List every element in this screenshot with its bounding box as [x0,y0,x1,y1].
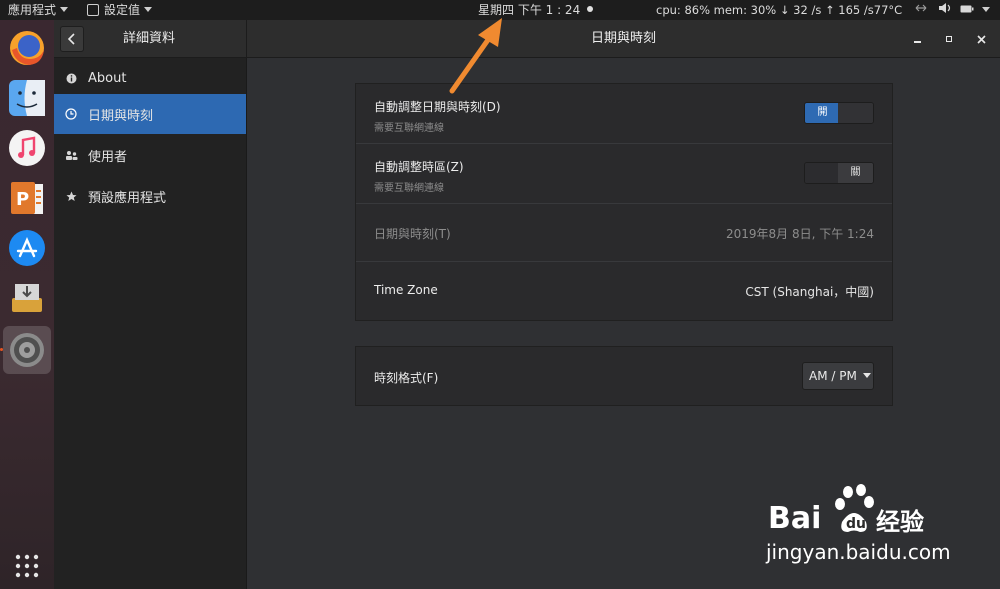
watermark-name: 经验 [876,508,924,536]
minimize-button[interactable] [906,28,928,50]
sidebar-item-users[interactable]: 使用者 [54,135,246,175]
chevron-left-icon [67,33,75,45]
applications-menu-label: 應用程式 [8,3,57,17]
auto-datetime-row: 自動調整日期與時刻(D) 需要互聯網連線 開 [356,84,892,144]
time-format-value: AM / PM [809,369,857,383]
settings-gear-icon [87,4,99,16]
datetime-title: 日期與時刻(T) [374,227,451,241]
settings-menu-label: 設定值 [104,3,141,17]
switch-knob [838,103,873,123]
auto-timezone-row: 自動調整時區(Z) 需要互聯網連線 關 [356,144,892,204]
time-format-row: 時刻格式(F) AM / PM [356,347,892,405]
switch-state-label: 關 [838,163,873,183]
auto-timezone-switch[interactable]: 關 [804,162,874,184]
chevron-down-icon [60,7,69,12]
clock-icon [54,108,88,120]
sidebar-item-label: About [88,70,127,86]
system-monitor[interactable]: cpu: 86% mem: 30% ↓ 32 /s ↑ 165 /s77°C [656,0,902,20]
auto-timezone-subtitle: 需要互聯網連線 [374,183,444,194]
time-format-title: 時刻格式(F) [374,371,439,385]
date-time-panel: 自動調整日期與時刻(D) 需要互聯網連線 開 自動調整時區(Z) 需要互聯網連線… [355,83,893,321]
chevron-down-icon [144,7,153,12]
apps-grid-icon[interactable] [3,542,51,589]
close-button[interactable] [970,28,992,50]
sidebar-item-default-apps[interactable]: 預設應用程式 [54,176,246,216]
installer-icon[interactable] [3,274,51,322]
timezone-value: CST (Shanghai，中國) [745,285,874,299]
star-icon [54,191,88,202]
auto-datetime-subtitle: 需要互聯網連線 [374,123,444,134]
annotation-arrow-icon [449,18,502,94]
app-store-icon[interactable] [3,224,51,272]
baidu-watermark: Bai du 经验 jingyan.baidu.com [766,482,966,572]
sidebar-header: 詳細資料 [54,20,247,58]
brand-left-label: Bai [768,501,821,536]
network-icon[interactable] [914,0,928,20]
settings-sidebar: About 日期與時刻 使用者 預設應用程式 [54,58,247,589]
back-button[interactable] [60,26,84,52]
auto-datetime-switch[interactable]: 開 [804,102,874,124]
timezone-title: Time Zone [374,283,438,297]
switch-knob [805,163,840,183]
timezone-row[interactable]: Time Zone CST (Shanghai，中國) [356,262,892,320]
baidu-paw-logo-icon: Bai du [768,484,874,536]
sidebar-item-label: 預設應用程式 [88,190,167,206]
firefox-icon[interactable] [3,24,51,72]
time-format-panel: 時刻格式(F) AM / PM [355,346,893,406]
applications-menu[interactable]: 應用程式 [8,0,69,20]
settings-app-menu[interactable]: 設定值 [87,0,153,20]
sidebar-item-label: 日期與時刻 [88,108,154,124]
datetime-row[interactable]: 日期與時刻(T) 2019年8月 8日, 下午 1:24 [356,204,892,262]
finder-icon[interactable] [3,74,51,122]
power-menu-icon[interactable] [982,0,990,20]
dock: P [0,20,54,589]
users-icon [54,150,88,161]
sidebar-item-label: 使用者 [88,149,128,165]
svg-text:P: P [16,189,29,210]
volume-icon[interactable] [938,0,952,20]
desktop: 應用程式 設定值 星期四 下午 1 : 24 cpu: 86% mem: 30%… [0,0,1000,589]
brand-right-label: du [846,516,866,532]
notification-dot-icon [587,6,594,12]
minimize-icon [913,41,921,43]
info-icon [54,73,88,84]
battery-icon[interactable] [960,0,974,20]
maximize-button[interactable] [938,28,960,50]
music-icon[interactable] [3,124,51,172]
sidebar-title: 詳細資料 [122,31,175,46]
switch-state-label: 開 [805,103,840,123]
chevron-down-icon [862,373,871,378]
close-icon [976,34,986,44]
sidebar-item-date-time[interactable]: 日期與時刻 [54,94,246,134]
datetime-value: 2019年8月 8日, 下午 1:24 [725,227,874,241]
system-settings-icon[interactable] [3,326,51,374]
time-format-dropdown[interactable]: AM / PM [802,362,874,390]
window-header: 詳細資料 日期與時刻 [54,20,1000,58]
running-indicator [0,348,3,351]
page-title: 日期與時刻 [590,31,656,46]
auto-timezone-title: 自動調整時區(Z) [374,160,464,174]
auto-datetime-title: 自動調整日期與時刻(D) [374,100,501,114]
presentation-icon[interactable]: P [3,174,51,222]
sidebar-item-about[interactable]: About [54,58,246,98]
maximize-icon [946,36,952,42]
watermark-site: jingyan.baidu.com [766,540,951,564]
